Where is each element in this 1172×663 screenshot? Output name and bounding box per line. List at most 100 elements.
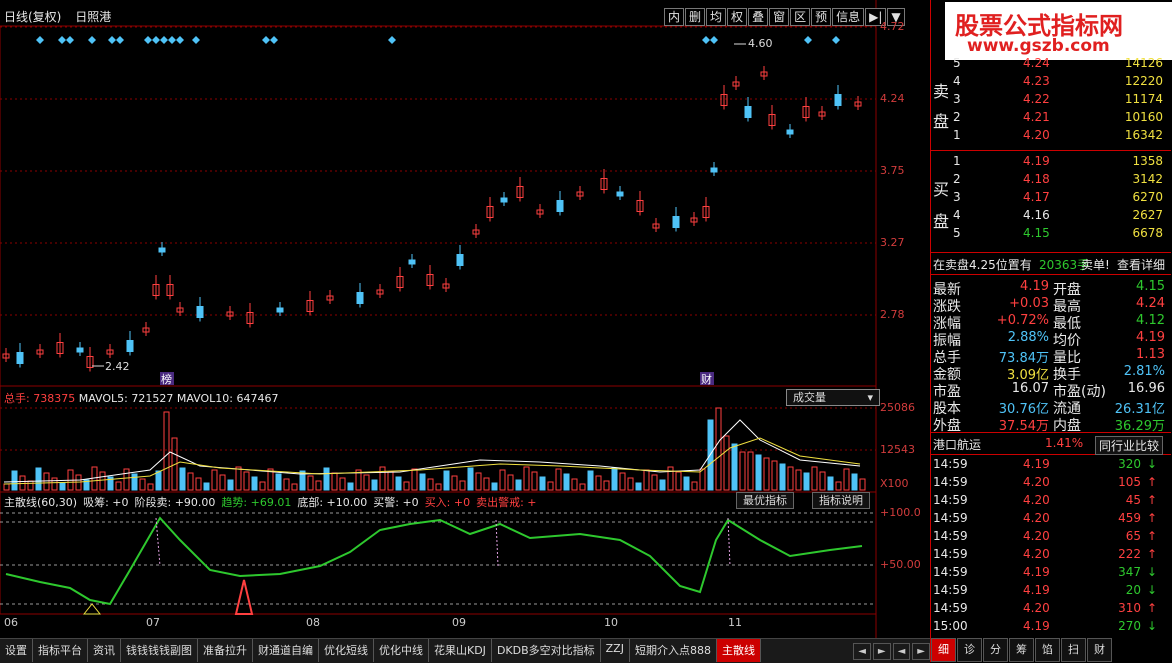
volume-selector[interactable]: 成交量 ▾: [786, 389, 880, 406]
volume-bar: [419, 473, 426, 491]
volume-bar: [843, 468, 850, 491]
volume-bar: [779, 463, 786, 491]
stat-row: 金额 3.09亿 换手 2.81%: [931, 364, 1167, 383]
volume-bar: [731, 443, 738, 491]
toolbar-button-2[interactable]: 均: [706, 8, 727, 26]
volume-bar: [523, 466, 530, 491]
panel-tab[interactable]: 扫: [1061, 638, 1086, 662]
arrow-down-icon: ↓: [1146, 457, 1157, 471]
volume-bar: [315, 480, 322, 491]
volume-bar: [187, 472, 194, 491]
chart-header: 日线(复权) 日照港: [4, 8, 121, 25]
tab-indicator[interactable]: 准备拉升: [198, 639, 253, 662]
indicator-value: 买入: +0: [424, 496, 471, 509]
signal-diamond: [58, 36, 66, 44]
kline-chart-area[interactable]: 2.42 4.60 榜 财: [0, 0, 930, 638]
tick-price: 4.20: [1023, 529, 1050, 543]
date-axis-tick: 11: [728, 616, 742, 629]
signal-diamond: [832, 36, 840, 44]
indicator-desc-button[interactable]: 指标说明: [812, 492, 870, 509]
toolbar-button-8[interactable]: 信息: [832, 8, 865, 26]
tab-indicator[interactable]: 财通道自编: [253, 639, 319, 662]
signal-diamond: [710, 36, 718, 44]
volume-bar: [43, 472, 50, 491]
candle-body: [16, 352, 24, 364]
arrow-right-icon[interactable]: ►: [872, 642, 891, 660]
stat-row: 振幅 2.88% 均价 4.19: [931, 330, 1167, 349]
signal-diamond: [116, 36, 124, 44]
panel-tab[interactable]: 细: [931, 638, 956, 662]
volume-bar: [827, 476, 834, 491]
tab-indicator[interactable]: 短期介入点888: [630, 639, 717, 662]
tab-indicator[interactable]: 钱钱钱钱副图: [121, 639, 198, 662]
signal-diamond: [144, 36, 152, 44]
toolbar-button-5[interactable]: 窗: [769, 8, 790, 26]
toolbar-button-1[interactable]: 删: [685, 8, 706, 26]
panel-tab[interactable]: 诊: [957, 638, 982, 662]
volume-bar: [195, 477, 202, 491]
toolbar-button-7[interactable]: 预: [811, 8, 832, 26]
stat-value: 16.96: [1127, 381, 1165, 396]
chart-period[interactable]: 日线(复权): [4, 10, 61, 24]
tab-indicator[interactable]: 指标平台: [33, 639, 88, 662]
tick-price: 4.20: [1023, 493, 1050, 507]
tick-price: 4.20: [1023, 475, 1050, 489]
signal-dashed: [495, 519, 499, 567]
tab-indicator[interactable]: 优化短线: [319, 639, 374, 662]
indicator-value: 买警: +0: [373, 496, 419, 509]
volume-bar: [3, 483, 10, 491]
tab-indicator[interactable]: DKDB多空对比指标: [492, 639, 601, 662]
tab-indicator[interactable]: ZZJ: [601, 639, 630, 662]
logo-url: www.gszb.com: [967, 36, 1110, 56]
volume-bar: [291, 483, 298, 491]
signal-diamond: [152, 36, 160, 44]
date-axis-tick: 10: [604, 616, 618, 629]
volume-bar: [467, 467, 474, 491]
volume-bar: [139, 478, 146, 491]
volume-bar: [755, 454, 762, 491]
tab-indicator[interactable]: 主散线: [716, 639, 761, 662]
volume-bar: [571, 478, 578, 491]
price-pane-frame: [0, 25, 877, 387]
arrow-left-icon[interactable]: ◄: [853, 642, 871, 660]
volume-bar: [395, 476, 402, 491]
volume-bar: [131, 473, 138, 491]
indicator-pane-frame: [0, 491, 877, 615]
tick-time: 15:00: [933, 619, 968, 633]
volume-bar: [235, 466, 242, 491]
volume-bar: [379, 466, 386, 491]
toolbar-button-6[interactable]: 区: [790, 8, 811, 26]
toolbar-button-0[interactable]: 内: [664, 8, 685, 26]
level-number: 4: [953, 208, 961, 222]
volume-axis-tick: 12543: [880, 443, 915, 456]
sell-label: 卖: [933, 82, 950, 101]
tick-price: 4.19: [1023, 457, 1050, 471]
volume-bar: [491, 482, 498, 491]
tick-time: 14:59: [933, 583, 968, 597]
panel-tab[interactable]: 分: [983, 638, 1008, 662]
divider: [931, 150, 1171, 151]
panel-tab[interactable]: 财: [1087, 638, 1112, 662]
toolbar-button-4[interactable]: 叠: [748, 8, 769, 26]
industry-compare-button[interactable]: 同行业比较: [1095, 436, 1164, 455]
tab-indicator[interactable]: 资讯: [88, 639, 121, 662]
tab-indicator[interactable]: 设置: [0, 639, 33, 662]
volume-bar: [331, 472, 338, 491]
sector-name[interactable]: 港口航运: [933, 436, 981, 453]
panel-tab[interactable]: 馅: [1035, 638, 1060, 662]
toolbar-button-3[interactable]: 权: [727, 8, 748, 26]
order-detail-link[interactable]: 查看详细: [1117, 256, 1165, 273]
volume-bar: [459, 480, 466, 491]
level-price: 4.16: [1023, 208, 1050, 222]
level-price: 4.21: [1023, 110, 1050, 124]
candle-body: [356, 292, 364, 304]
panel-tab[interactable]: 筹: [1009, 638, 1034, 662]
best-indicator-button[interactable]: 最优指标: [736, 492, 794, 509]
signal-diamond: [388, 36, 396, 44]
tab-indicator[interactable]: 花果山KDJ: [429, 639, 492, 662]
volume-bar: [323, 467, 330, 491]
arrow-down-icon: ↓: [1146, 565, 1157, 579]
tab-indicator[interactable]: 优化中线: [374, 639, 429, 662]
arrow-right-icon[interactable]: ►: [912, 642, 930, 660]
arrow-left-icon[interactable]: ◄: [892, 642, 911, 660]
